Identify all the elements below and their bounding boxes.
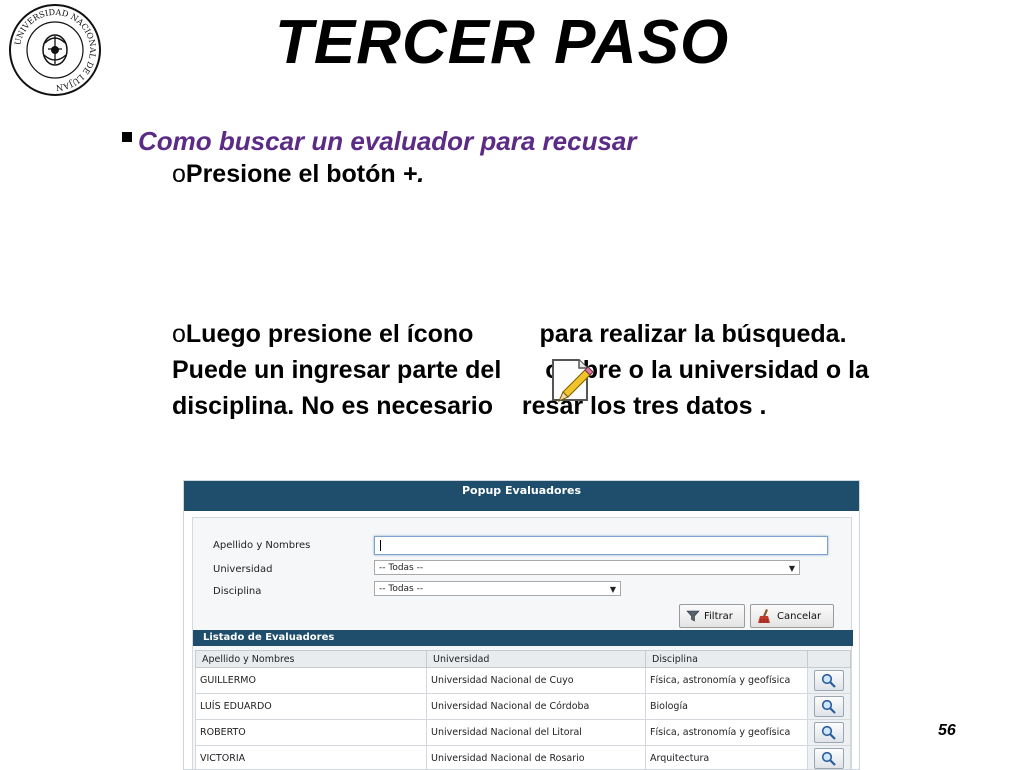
cell-select <box>808 694 851 720</box>
cancel-button[interactable]: Cancelar <box>750 604 834 628</box>
cell-select <box>808 720 851 746</box>
cell-select <box>808 746 851 770</box>
table-header-row: Apellido y Nombres Universidad Disciplin… <box>196 651 851 668</box>
cell-name: GUILLERMO <box>196 668 427 694</box>
magnifier-icon <box>821 751 837 766</box>
discipline-field-label: Disciplina <box>213 586 261 597</box>
edit-pencil-icon[interactable] <box>549 356 593 404</box>
evaluators-table: Apellido y Nombres Universidad Disciplin… <box>195 650 851 770</box>
cell-discipline: Arquitectura <box>646 746 808 770</box>
table-row[interactable]: GUILLERMO Universidad Nacional de Cuyo F… <box>196 668 851 694</box>
plus-reference: +. <box>403 160 425 188</box>
bullet-text: Como buscar un evaluador para recusar <box>138 126 637 156</box>
bullet-search-evaluator: Como buscar un evaluador para recusar <box>122 126 637 157</box>
page-number: 56 <box>938 722 956 740</box>
name-input-wrapper <box>374 536 828 555</box>
university-select[interactable]: -- Todas -- ▼ <box>374 560 800 575</box>
column-header-name: Apellido y Nombres <box>196 651 427 668</box>
university-seal-logo: UNIVERSIDAD NACIONAL DE LUJAN <box>8 3 102 97</box>
broom-icon <box>757 608 773 624</box>
cell-name: VICTORIA <box>196 746 427 770</box>
magnifier-icon <box>821 725 837 740</box>
discipline-select[interactable]: -- Todas -- ▼ <box>374 581 621 596</box>
filter-button[interactable]: Filtrar <box>679 604 745 628</box>
popup-evaluadores-window: Popup Evaluadores Apellido y Nombres Uni… <box>183 480 860 770</box>
magnifier-icon <box>821 699 837 714</box>
cell-university: Universidad Nacional del Litoral <box>427 720 646 746</box>
cell-discipline: Biología <box>646 694 808 720</box>
select-evaluator-button[interactable] <box>814 748 844 769</box>
text-caret <box>380 540 381 551</box>
cell-select <box>808 668 851 694</box>
table-row[interactable]: VICTORIA Universidad Nacional de Rosario… <box>196 746 851 770</box>
evaluators-list: Listado de Evaluadores Apellido y Nombre… <box>193 630 853 770</box>
name-input[interactable] <box>375 541 839 558</box>
popup-body: Apellido y Nombres Universidad -- Todas … <box>192 517 852 770</box>
cell-university: Universidad Nacional de Cuyo <box>427 668 646 694</box>
column-header-actions <box>808 651 851 668</box>
table-row[interactable]: LUÍS EDUARDO Universidad Nacional de Cór… <box>196 694 851 720</box>
bullet-press-plus: oPresione el botón +. <box>172 160 424 189</box>
cell-university: Universidad Nacional de Rosario <box>427 746 646 770</box>
evaluators-list-title: Listado de Evaluadores <box>193 630 853 646</box>
select-evaluator-button[interactable] <box>814 722 844 743</box>
select-evaluator-button[interactable] <box>814 696 844 717</box>
dropdown-arrow-icon: ▼ <box>610 582 616 597</box>
cell-name: ROBERTO <box>196 720 427 746</box>
university-field-label: Universidad <box>213 564 272 575</box>
cell-discipline: Física, astronomía y geofísica <box>646 720 808 746</box>
dropdown-arrow-icon: ▼ <box>789 561 795 576</box>
column-header-university: Universidad <box>427 651 646 668</box>
cell-university: Universidad Nacional de Córdoba <box>427 694 646 720</box>
cell-discipline: Física, astronomía y geofísica <box>646 668 808 694</box>
popup-title-bar: Popup Evaluadores <box>184 481 859 511</box>
table-row[interactable]: ROBERTO Universidad Nacional del Litoral… <box>196 720 851 746</box>
name-field-label: Apellido y Nombres <box>213 540 310 551</box>
column-header-discipline: Disciplina <box>646 651 808 668</box>
cancel-button-label: Cancelar <box>777 611 821 622</box>
select-evaluator-button[interactable] <box>814 670 844 691</box>
cell-name: LUÍS EDUARDO <box>196 694 427 720</box>
funnel-icon <box>686 609 700 623</box>
slide-title: TERCER PASO <box>275 12 729 74</box>
square-bullet-icon <box>122 132 132 142</box>
magnifier-icon <box>821 673 837 688</box>
filter-button-label: Filtrar <box>704 611 733 622</box>
